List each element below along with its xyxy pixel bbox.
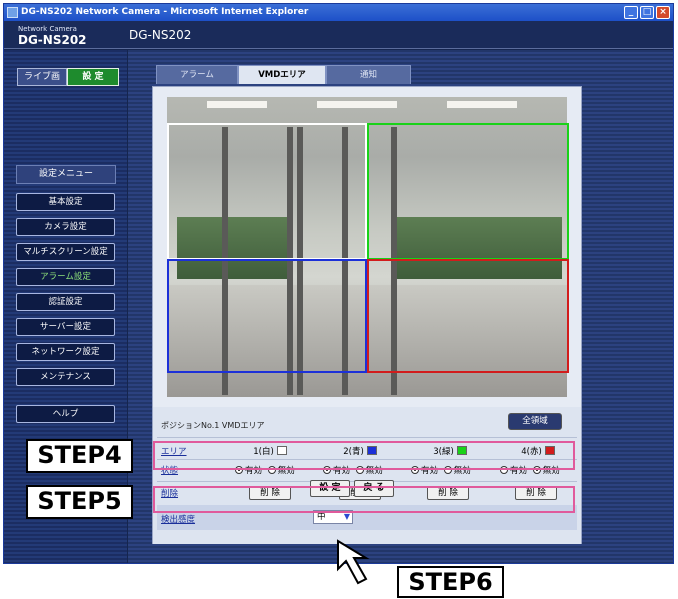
settings-menu-title: 設定メニュー bbox=[16, 165, 116, 184]
brand-caption: Network Camera bbox=[18, 25, 77, 33]
menu-auth[interactable]: 認証設定 bbox=[16, 293, 115, 311]
close-icon[interactable]: × bbox=[656, 6, 670, 19]
full-area-button[interactable]: 全領域 bbox=[508, 413, 562, 430]
sensitivity-label[interactable]: 検出感度 bbox=[161, 513, 195, 525]
camera-header: Network Camera DG-NS202 DG-NS202 bbox=[4, 21, 673, 49]
menu-server[interactable]: サーバー設定 bbox=[16, 318, 115, 336]
tab-notification[interactable]: 通知 bbox=[326, 65, 411, 84]
window-controls: _ □ × bbox=[624, 6, 670, 19]
step4-label: STEP4 bbox=[26, 439, 133, 473]
title-bar: DG-NS202 Network Camera - Microsoft Inte… bbox=[4, 4, 673, 21]
mouse-cursor-icon bbox=[337, 539, 370, 585]
menu-maintenance[interactable]: メンテナンス bbox=[16, 368, 115, 386]
brand-model: DG-NS202 bbox=[18, 33, 87, 47]
setup-mode-button[interactable]: 設 定 bbox=[67, 68, 119, 86]
sensitivity-value: 中 bbox=[317, 512, 326, 522]
menu-help[interactable]: ヘルプ bbox=[16, 405, 115, 423]
ie-app-icon bbox=[7, 7, 18, 18]
step5-highlight bbox=[153, 486, 575, 513]
menu-multiscreen[interactable]: マルチスクリーン設定 bbox=[16, 243, 115, 261]
ceiling-light bbox=[447, 101, 517, 108]
ceiling-light bbox=[207, 101, 267, 108]
vmd-area-1-white[interactable] bbox=[167, 123, 367, 260]
camera-image bbox=[167, 97, 569, 397]
menu-camera[interactable]: カメラ設定 bbox=[16, 218, 115, 236]
vmd-area-3-green[interactable] bbox=[367, 123, 569, 260]
live-view-button[interactable]: ライブ画 bbox=[17, 68, 67, 86]
page-model: DG-NS202 bbox=[129, 28, 192, 42]
menu-basic[interactable]: 基本設定 bbox=[16, 193, 115, 211]
divider bbox=[157, 437, 577, 438]
step5-label: STEP5 bbox=[26, 485, 133, 519]
tab-vmd-area[interactable]: VMDエリア bbox=[238, 65, 326, 84]
step6-label: STEP6 bbox=[397, 566, 504, 598]
menu-alarm[interactable]: アラーム設定 bbox=[16, 268, 115, 286]
vmd-area-4-red[interactable] bbox=[367, 259, 569, 373]
step4-highlight bbox=[153, 441, 575, 470]
minimize-icon[interactable]: _ bbox=[624, 6, 638, 19]
vmd-settings: ポジションNo.1 VMDエリア 全領域 エリア 1(白) 2(青) 3(緑) … bbox=[153, 407, 581, 544]
vmd-panel: ポジションNo.1 VMDエリア 全領域 エリア 1(白) 2(青) 3(緑) … bbox=[152, 86, 582, 544]
maximize-icon[interactable]: □ bbox=[640, 6, 654, 19]
tab-alarm[interactable]: アラーム bbox=[156, 65, 238, 84]
ceiling-light bbox=[317, 101, 397, 108]
window-title: DG-NS202 Network Camera - Microsoft Inte… bbox=[21, 7, 309, 17]
menu-network[interactable]: ネットワーク設定 bbox=[16, 343, 115, 361]
position-title: ポジションNo.1 VMDエリア bbox=[161, 421, 265, 430]
vmd-area-2-blue[interactable] bbox=[167, 259, 367, 373]
tab-bar: アラーム VMDエリア 通知 bbox=[156, 65, 411, 84]
mode-switch: ライブ画 設 定 bbox=[17, 68, 119, 86]
screenshot-root: { "window":{"title":"DG-NS202 Network Ca… bbox=[0, 0, 678, 599]
